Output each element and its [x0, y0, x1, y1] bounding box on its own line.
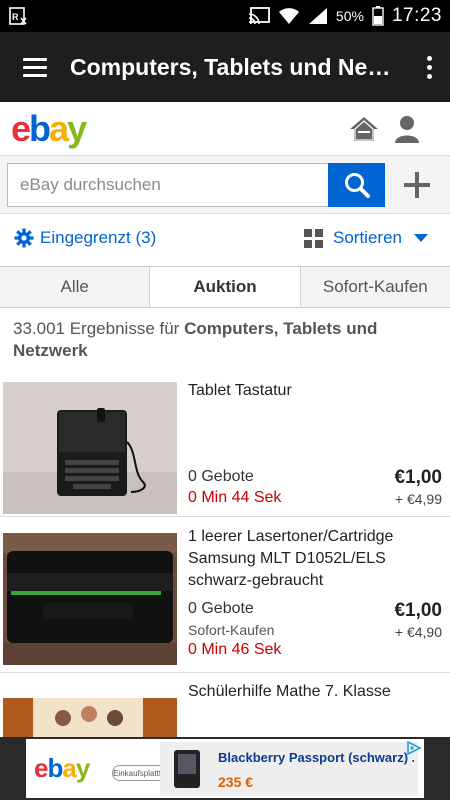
svg-text:R: R: [12, 12, 19, 22]
refine-button[interactable]: Eingegrenzt (3): [14, 228, 156, 248]
cast-icon: [248, 7, 270, 25]
listing-title[interactable]: Tablet Tastatur: [188, 380, 438, 402]
ad-choices-icon[interactable]: [406, 741, 422, 755]
search-button[interactable]: [328, 163, 385, 207]
tab-sofort-kaufen[interactable]: Sofort-Kaufen: [301, 267, 450, 307]
battery-icon: [372, 6, 384, 26]
action-bar: Computers, Tablets und Ne…: [0, 32, 450, 102]
result-count: 33.001 Ergebnisse für Computers, Tablets…: [13, 319, 378, 360]
overflow-menu-icon[interactable]: [427, 56, 432, 79]
home-icon[interactable]: [349, 116, 379, 142]
shipping-cost: + €4,99: [394, 491, 442, 507]
user-icon[interactable]: [394, 115, 420, 143]
listing-thumbnail[interactable]: [3, 533, 177, 665]
buy-now-label: Sofort-Kaufen: [188, 622, 275, 638]
ad-product-price: 235 €: [218, 774, 254, 790]
ebay-logo[interactable]: ebay: [11, 108, 87, 150]
listing-title[interactable]: 1 leerer Lasertoner/Cartridge Samsung ML…: [188, 526, 438, 592]
shipping-cost: + €4,90: [394, 624, 442, 640]
refine-label: Eingegrenzt (3): [40, 228, 157, 247]
tab-auktion[interactable]: Auktion: [150, 267, 301, 307]
tab-alle[interactable]: Alle: [0, 267, 151, 307]
search-bar: [0, 156, 450, 214]
search-icon: [344, 173, 370, 198]
chevron-down-icon: [413, 234, 428, 242]
listing-item[interactable]: Tablet Tastatur 0 Gebote 0 Min 44 Sek €1…: [0, 372, 450, 517]
sort-button[interactable]: Sortieren: [304, 228, 428, 248]
page-title: Computers, Tablets und Ne…: [70, 53, 391, 80]
listing-title[interactable]: Schülerhilfe Mathe 7. Klasse: [188, 681, 438, 703]
app-header: ebay: [0, 102, 450, 156]
battery-percent: 50%: [335, 8, 364, 24]
status-bar: R 50% 17:23: [0, 0, 450, 32]
listing-thumbnail[interactable]: [3, 698, 177, 737]
filter-row: Eingegrenzt (3) Sortieren: [0, 214, 450, 266]
ad-ebay-logo: ebay: [34, 753, 90, 783]
time-left: 0 Min 46 Sek: [188, 641, 282, 658]
listing-item[interactable]: 1 leerer Lasertoner/Cartridge Samsung ML…: [0, 518, 450, 673]
bid-count: 0 Gebote: [188, 468, 254, 485]
price: €1,00: [394, 600, 442, 621]
listing-thumbnail[interactable]: [3, 382, 177, 514]
clock: 17:23: [391, 5, 442, 26]
gear-icon: [14, 228, 34, 248]
ad-product-title[interactable]: Blackberry Passport (schwarz) ...: [218, 750, 414, 765]
wifi-icon: [278, 8, 299, 24]
search-input[interactable]: [7, 163, 328, 207]
grid-view-icon[interactable]: [304, 228, 323, 248]
bid-count: 0 Gebote: [188, 600, 254, 617]
time-left: 0 Min 44 Sek: [188, 489, 282, 506]
listing-item[interactable]: Schülerhilfe Mathe 7. Klasse: [0, 674, 450, 737]
ad-product-card[interactable]: Blackberry Passport (schwarz) ... 235 €: [160, 742, 418, 796]
sort-label: Sortieren: [333, 228, 402, 247]
ad-banner[interactable]: ebay Einkaufsplattform Blackberry Passpo…: [0, 737, 450, 800]
price: €1,00: [394, 467, 442, 488]
ad-container[interactable]: ebay Einkaufsplattform Blackberry Passpo…: [26, 739, 424, 798]
notification-icon: R: [9, 7, 27, 25]
signal-icon: [308, 8, 327, 24]
menu-icon[interactable]: [0, 32, 70, 102]
phone-image: [174, 750, 200, 788]
listing-type-tabs: Alle Auktion Sofort-Kaufen: [0, 266, 450, 308]
add-icon[interactable]: [402, 170, 432, 200]
